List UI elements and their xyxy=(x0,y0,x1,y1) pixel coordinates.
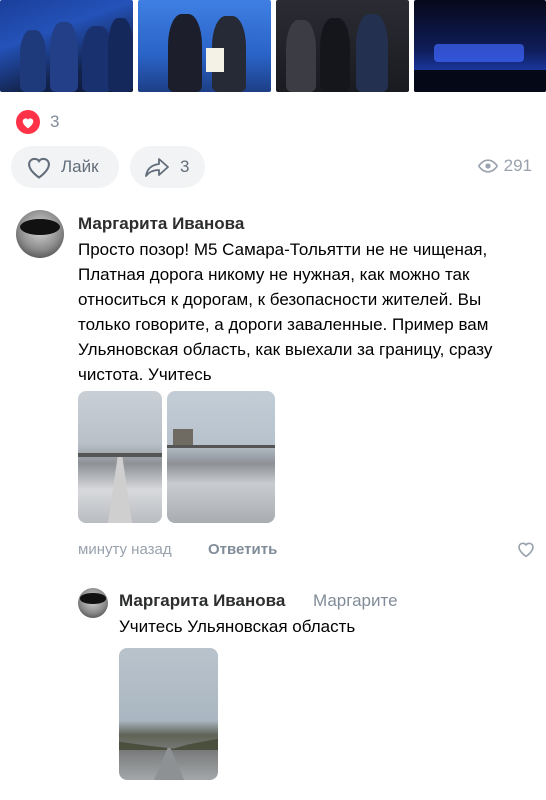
share-button[interactable]: 3 xyxy=(130,146,205,188)
like-label: Лайк xyxy=(61,157,99,176)
reaction-count: 3 xyxy=(50,112,60,131)
reply-to-name[interactable]: Маргарите xyxy=(313,591,398,611)
post-photo-2[interactable] xyxy=(138,0,271,92)
next-item-partial xyxy=(119,792,539,800)
eye-icon xyxy=(477,159,498,173)
post-photo-4[interactable] xyxy=(414,0,546,92)
views-counter: 291 xyxy=(477,156,532,176)
reply-button[interactable]: Ответить xyxy=(208,541,277,558)
post-photo-gallery xyxy=(0,0,546,92)
comment-photo-1[interactable] xyxy=(78,391,162,523)
post-photo-3[interactable] xyxy=(276,0,409,92)
share-count: 3 xyxy=(180,157,190,176)
heart-icon xyxy=(16,110,40,134)
reply-text: Учитесь Ульяновская область xyxy=(119,617,356,636)
reply-author[interactable]: Маргарита Иванова xyxy=(119,591,285,611)
comment-text: Просто позор! М5 Самара-Тольятти не не ч… xyxy=(78,240,493,384)
avatar[interactable] xyxy=(78,588,108,618)
views-count: 291 xyxy=(503,156,532,175)
post-photo-1[interactable] xyxy=(0,0,133,92)
reactions-summary[interactable]: 3 xyxy=(16,110,59,134)
comment-photo-2[interactable] xyxy=(167,391,275,523)
like-heart-outline-icon xyxy=(25,154,53,180)
like-button[interactable]: Лайк xyxy=(11,146,119,188)
share-icon xyxy=(144,155,172,179)
comment-timestamp: минуту назад xyxy=(78,541,172,558)
comment-author[interactable]: Маргарита Иванова xyxy=(78,214,244,234)
reply-photo[interactable] xyxy=(119,648,218,780)
avatar[interactable] xyxy=(16,210,64,258)
comment-like-heart-outline-icon[interactable] xyxy=(516,540,536,563)
